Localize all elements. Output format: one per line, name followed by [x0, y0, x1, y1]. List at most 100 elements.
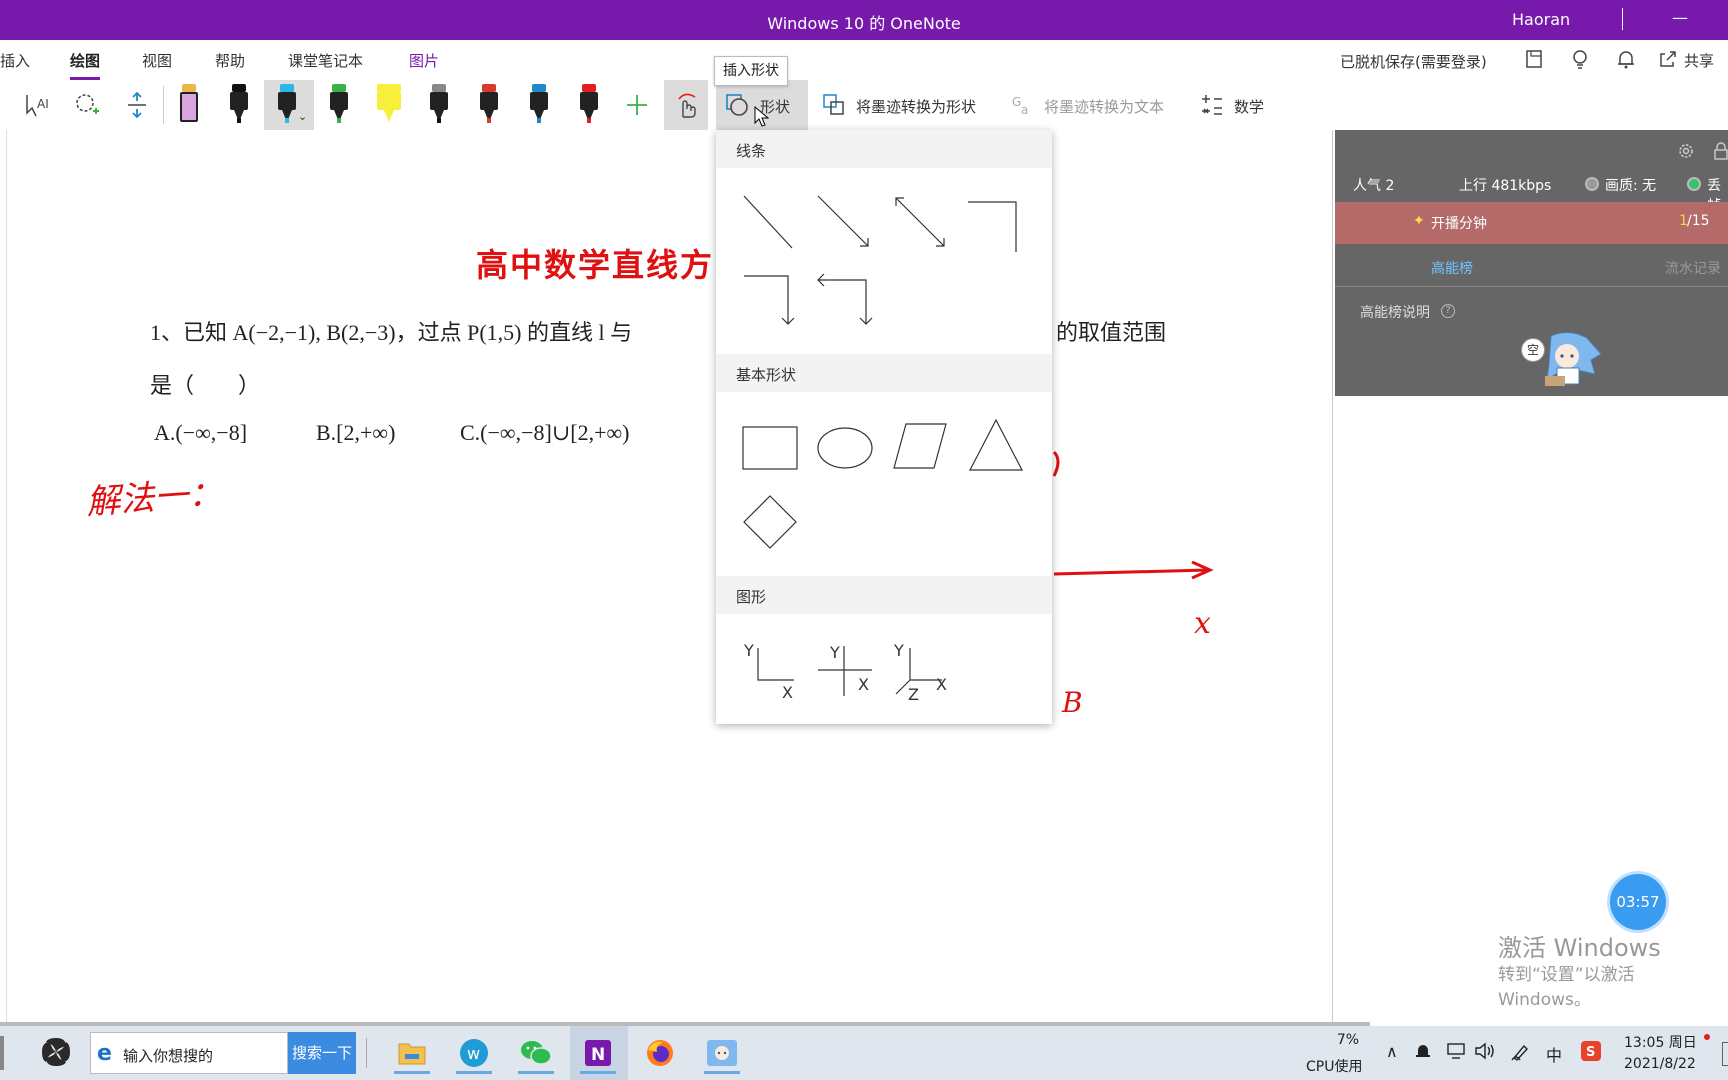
- highlighter-yellow[interactable]: [374, 84, 404, 126]
- page-icon[interactable]: [1522, 48, 1546, 72]
- shape-rectangle[interactable]: [742, 426, 798, 470]
- onenote-icon[interactable]: N: [576, 1032, 620, 1074]
- shapes-dropdown: 线条 基本形状 图形 Y X Y X Y X Z: [716, 130, 1052, 724]
- ink-to-shape-button[interactable]: 将墨迹转换为形状: [856, 96, 976, 117]
- minimize-button[interactable]: —: [1672, 8, 1688, 27]
- clock-time[interactable]: 13:05 周日: [1624, 1032, 1697, 1052]
- app-running-indicator: [580, 1071, 616, 1074]
- window-title: Windows 10 的 OneNote: [767, 14, 961, 33]
- live-app-icon[interactable]: [700, 1032, 744, 1074]
- bell-icon[interactable]: [1614, 48, 1638, 72]
- math-icon[interactable]: [1198, 84, 1226, 126]
- activate-windows-title: 激活 Windows: [1498, 934, 1661, 962]
- lasso-select-tool[interactable]: [72, 84, 102, 126]
- broadcast-minutes-bar: ✦ 开播分钟 1 /15: [1335, 202, 1728, 244]
- high-energy-info-link[interactable]: 高能榜说明: [1360, 302, 1430, 322]
- sogou-icon[interactable]: S: [1580, 1040, 1602, 1066]
- math-button[interactable]: 数学: [1234, 96, 1264, 117]
- app-running-indicator: [456, 1071, 492, 1074]
- insert-space-tool[interactable]: [122, 84, 152, 126]
- pen-galaxy[interactable]: [424, 84, 454, 126]
- title-separator: [1622, 8, 1623, 30]
- tab-insert[interactable]: 插入: [0, 50, 30, 71]
- volume-icon[interactable]: [1474, 1042, 1496, 1064]
- tab-view[interactable]: 视图: [142, 50, 172, 71]
- svg-text:a: a: [1021, 103, 1028, 117]
- notification-bell-icon[interactable]: [1414, 1042, 1432, 1064]
- activate-windows-subtitle: 转到“设置”以激活 Windows。: [1498, 965, 1635, 1010]
- notification-dot: [1704, 1034, 1710, 1040]
- shape-elbow-double-arrow[interactable]: [816, 272, 876, 328]
- shape-double-arrow[interactable]: [892, 194, 948, 250]
- shape-line[interactable]: [742, 194, 794, 250]
- shape-elbow-arrow[interactable]: [742, 274, 798, 328]
- pen-red[interactable]: [574, 84, 604, 126]
- help-icon[interactable]: ?: [1441, 304, 1455, 318]
- share-button[interactable]: 共享: [1684, 50, 1714, 71]
- shape-parallelogram[interactable]: [892, 422, 948, 470]
- pen-black[interactable]: [224, 84, 254, 126]
- tab-records[interactable]: 流水记录: [1665, 258, 1721, 278]
- app-running-indicator: [394, 1071, 430, 1074]
- page-canvas[interactable]: 高中数学直线方 1、已知 A(−2,−1), B(2,−3)，过点 P(1,5)…: [0, 130, 1335, 1026]
- axis-x-letter: X: [858, 675, 869, 694]
- wechat-icon[interactable]: [514, 1032, 558, 1074]
- save-status: 已脱机保存(需要登录): [1340, 53, 1487, 71]
- search-box[interactable]: e 输入你想搜的: [90, 1032, 288, 1074]
- ime-indicator[interactable]: 中: [1546, 1042, 1562, 1066]
- graph-2d-quadrant[interactable]: Y X: [742, 640, 800, 700]
- shape-ellipse[interactable]: [816, 426, 874, 470]
- tab-divider: [1335, 286, 1728, 287]
- chevron-up-icon[interactable]: ∧: [1386, 1042, 1398, 1061]
- search-button[interactable]: 搜索一下: [288, 1032, 356, 1074]
- axis-y-letter: Y: [743, 641, 754, 660]
- tab-class-notebook[interactable]: 课堂笔记本: [288, 50, 363, 71]
- wps-icon[interactable]: w: [452, 1032, 496, 1074]
- canvas-left-border: [6, 130, 7, 1026]
- shape-arrow[interactable]: [816, 194, 872, 250]
- shape-triangle[interactable]: [968, 418, 1024, 472]
- lightbulb-icon[interactable]: [1568, 48, 1592, 72]
- app-running-indicator: [518, 1071, 554, 1074]
- svg-text:w: w: [467, 1044, 480, 1063]
- network-icon[interactable]: [1446, 1042, 1466, 1064]
- share-icon[interactable]: [1656, 48, 1680, 72]
- add-pen-icon[interactable]: [622, 84, 652, 126]
- firefox-icon[interactable]: [638, 1032, 682, 1074]
- pen-rainbow[interactable]: [474, 84, 504, 126]
- gear-icon[interactable]: [1677, 142, 1695, 164]
- show-desktop-button[interactable]: [1722, 1042, 1728, 1066]
- section-title-lines: 线条: [736, 142, 767, 160]
- canvas-right-border: [1332, 130, 1333, 1026]
- countdown-timer[interactable]: 03:57: [1610, 874, 1666, 930]
- draw-toolbar: AI ⌄ 形状 将墨迹转换为形状 G a 将墨迹转换为文本 数学: [0, 80, 1728, 130]
- file-explorer-icon[interactable]: [390, 1032, 434, 1074]
- shape-diamond[interactable]: [742, 494, 798, 550]
- tab-help[interactable]: 帮助: [215, 50, 245, 71]
- mascot-speech-bubble: 空: [1521, 338, 1545, 362]
- touch-draw-icon[interactable]: [670, 84, 702, 126]
- toolbar-divider: [163, 86, 164, 124]
- select-text-tool[interactable]: AI: [22, 84, 52, 126]
- eraser-pen[interactable]: [174, 84, 204, 126]
- shapes-icon[interactable]: [724, 84, 750, 126]
- tab-high-energy[interactable]: 高能榜: [1431, 258, 1473, 278]
- pen-green[interactable]: [324, 84, 354, 126]
- start-icon[interactable]: [38, 1034, 74, 1074]
- cpu-label: CPU使用: [1306, 1059, 1363, 1075]
- ink-to-shape-icon[interactable]: [820, 84, 848, 126]
- clock-date[interactable]: 2021/8/22: [1624, 1056, 1696, 1072]
- pen-workspace-icon[interactable]: [1510, 1042, 1530, 1066]
- handwritten-b-label: B: [1062, 686, 1083, 719]
- pen-blue[interactable]: [524, 84, 554, 126]
- tab-draw[interactable]: 绘图: [70, 50, 101, 80]
- graph-2d-cross[interactable]: Y X: [816, 640, 876, 700]
- shape-elbow-line[interactable]: [966, 200, 1018, 254]
- axis-y-letter: Y: [893, 641, 904, 660]
- lock-icon[interactable]: [1713, 142, 1728, 164]
- user-name[interactable]: Haoran: [1512, 10, 1570, 29]
- tab-picture[interactable]: 图片: [409, 50, 439, 71]
- chevron-down-icon[interactable]: ⌄: [298, 110, 307, 123]
- graph-3d-axes[interactable]: Y X Z: [892, 640, 956, 702]
- page-title: 高中数学直线方: [476, 246, 715, 284]
